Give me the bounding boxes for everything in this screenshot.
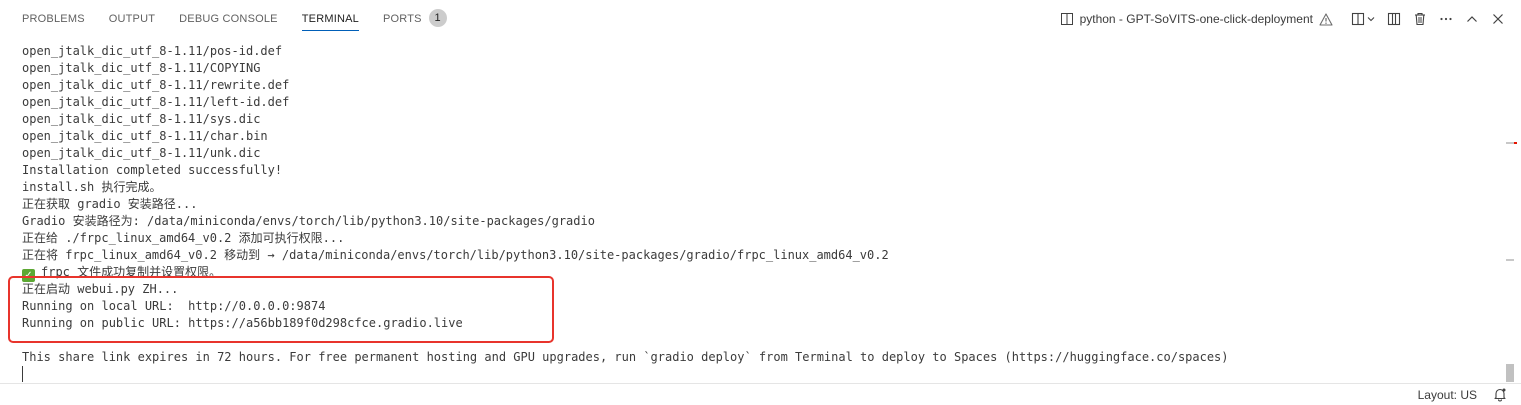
red-highlight-annotation — [8, 276, 554, 343]
close-icon — [1493, 14, 1503, 24]
bell-icon[interactable] — [1493, 387, 1507, 405]
more-actions-button[interactable] — [1433, 8, 1459, 30]
terminal-line: open_jtalk_dic_utf_8-1.11/left-id.def — [22, 95, 290, 109]
terminal-line: Gradio 安装路径为: /data/miniconda/envs/torch… — [22, 214, 595, 228]
warning-icon[interactable] — [1319, 12, 1339, 26]
terminal-line: open_jtalk_dic_utf_8-1.11/sys.dic — [22, 112, 261, 126]
terminal-icon — [1060, 13, 1073, 25]
panel-tabs: PROBLEMS OUTPUT DEBUG CONSOLE TERMINAL P… — [0, 0, 471, 38]
tab-problems[interactable]: PROBLEMS — [22, 0, 85, 38]
scroll-marker-error — [1514, 142, 1517, 144]
terminal-line: open_jtalk_dic_utf_8-1.11/pos-id.def — [22, 44, 283, 58]
chevron-up-icon — [1467, 16, 1477, 22]
maximize-panel-button[interactable] — [1459, 8, 1485, 30]
tab-ports-label: PORTS — [382, 13, 422, 25]
scrollbar-thumb[interactable] — [1506, 364, 1514, 382]
terminal-cursor — [22, 366, 23, 382]
terminal-instance-selector[interactable]: python - GPT-SoVITS-one-click-deployment — [1060, 12, 1339, 26]
terminal-line: open_jtalk_dic_utf_8-1.11/char.bin — [22, 129, 268, 143]
keyboard-layout-indicator[interactable]: Layout: US — [1418, 388, 1477, 402]
terminal-line: 正在获取 gradio 安装路径... — [22, 197, 198, 211]
terminal-line: 正在给 ./frpc_linux_amd64_v0.2 添加可执行权限... — [22, 231, 345, 245]
close-panel-button[interactable] — [1485, 8, 1511, 30]
terminal-line: Installation completed successfully! — [22, 163, 283, 177]
terminal-line: open_jtalk_dic_utf_8-1.11/rewrite.def — [22, 78, 290, 92]
layout-toggle-button[interactable] — [1381, 8, 1407, 30]
split-terminal-button[interactable] — [1347, 8, 1381, 30]
split-icon — [1351, 12, 1375, 26]
terminal-line: open_jtalk_dic_utf_8-1.11/unk.dic — [22, 146, 261, 160]
terminal-line: open_jtalk_dic_utf_8-1.11/COPYING — [22, 61, 261, 75]
kill-terminal-button[interactable] — [1407, 8, 1433, 30]
terminal-line-share-notice: This share link expires in 72 hours. For… — [22, 350, 1229, 364]
trash-icon — [1415, 12, 1425, 26]
tab-output[interactable]: OUTPUT — [109, 0, 155, 38]
scroll-marker — [1506, 259, 1514, 261]
panel-actions: python - GPT-SoVITS-one-click-deployment — [1060, 0, 1511, 38]
terminal-scrollbar[interactable] — [1506, 38, 1517, 383]
scroll-marker — [1506, 142, 1514, 144]
tab-ports[interactable]: PORTS 1 — [383, 0, 447, 38]
terminal-instance-label: python - GPT-SoVITS-one-click-deployment — [1079, 12, 1313, 26]
panel-layout-icon — [1387, 12, 1401, 26]
terminal-line: 正在将 frpc_linux_amd64_v0.2 移动到 → /data/mi… — [22, 248, 889, 262]
panel-tab-bar: PROBLEMS OUTPUT DEBUG CONSOLE TERMINAL P… — [0, 0, 1521, 38]
terminal-line: install.sh 执行完成。 — [22, 180, 162, 194]
ports-count-badge: 1 — [428, 9, 447, 28]
status-bar: Layout: US — [0, 383, 1521, 405]
ellipsis-icon — [1440, 17, 1452, 21]
tab-terminal[interactable]: TERMINAL — [301, 0, 360, 38]
tab-debug-console[interactable]: DEBUG CONSOLE — [179, 0, 278, 38]
terminal-panel: PROBLEMS OUTPUT DEBUG CONSOLE TERMINAL P… — [0, 0, 1521, 405]
